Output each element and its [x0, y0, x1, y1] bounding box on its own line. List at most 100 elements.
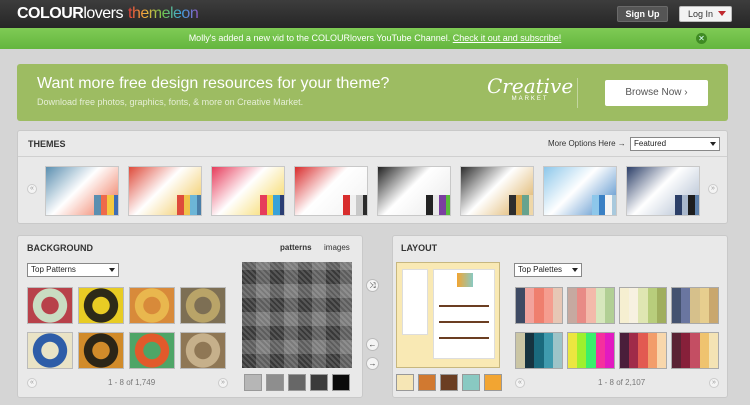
arrow-left-icon[interactable]: ← — [366, 338, 379, 351]
notice-link[interactable]: Check it out and subscribe! — [453, 33, 562, 43]
layout-color-swatch[interactable] — [462, 374, 480, 391]
palette-swatch — [699, 288, 709, 323]
layout-color-swatch[interactable] — [418, 374, 436, 391]
background-prev-icon[interactable]: « — [27, 378, 37, 388]
theme-swatch-strip — [426, 195, 450, 215]
more-options-link[interactable]: More Options Here → — [548, 139, 626, 148]
theme-swatch — [113, 195, 118, 215]
pattern-color-swatch[interactable] — [266, 374, 284, 391]
pattern-color-swatch[interactable] — [310, 374, 328, 391]
palette-swatch — [595, 288, 605, 323]
pattern-color-swatch[interactable] — [332, 374, 350, 391]
browse-now-label: Browse Now — [625, 87, 682, 98]
palette-swatch — [699, 333, 709, 368]
pattern-thumbnail[interactable] — [129, 287, 175, 324]
layout-color-swatch[interactable] — [396, 374, 414, 391]
logo-text-tail: lovers — [83, 5, 124, 22]
palette-swatch — [629, 333, 639, 368]
layout-title: LAYOUT — [401, 243, 438, 253]
background-title: BACKGROUND — [27, 243, 93, 253]
layout-color-swatch[interactable] — [440, 374, 458, 391]
notice-text: Molly's added a new vid to the COLOURlov… — [188, 33, 451, 43]
layout-preview — [396, 262, 500, 368]
pattern-preview — [242, 262, 352, 368]
palette-swatch — [534, 288, 544, 323]
themes-next-icon[interactable]: » — [708, 184, 718, 194]
layout-page-count: 1 - 8 of 2,107 — [598, 378, 646, 387]
layout-preview-sidebar — [402, 269, 428, 335]
promo-subtitle: Download free photos, graphics, fonts, &… — [37, 97, 304, 107]
palette-thumbnail[interactable] — [619, 287, 667, 324]
theme-thumbnail[interactable] — [128, 166, 202, 216]
palette-thumbnail[interactable] — [671, 332, 719, 369]
palette-swatch — [516, 288, 526, 323]
pattern-color-swatch[interactable] — [288, 374, 306, 391]
colourlovers-logo[interactable]: COLOURlovers — [17, 5, 124, 23]
theme-thumbnail[interactable] — [377, 166, 451, 216]
themeleon-logo-text: themeleon — [128, 5, 199, 22]
theme-swatch-strip — [343, 195, 367, 215]
palette-thumbnail[interactable] — [567, 332, 615, 369]
palette-swatch — [595, 333, 605, 368]
palette-swatch — [568, 333, 578, 368]
theme-thumbnail[interactable] — [543, 166, 617, 216]
shuffle-icon[interactable]: ⤨ — [366, 279, 379, 292]
palette-thumbnail[interactable] — [619, 332, 667, 369]
theme-thumbnail[interactable] — [211, 166, 285, 216]
background-filter-select[interactable]: Top Patterns — [27, 263, 119, 277]
chevron-down-icon — [710, 142, 716, 146]
themeleon-logo[interactable]: themeleon — [128, 5, 199, 23]
arrow-right-icon[interactable]: → — [366, 357, 379, 370]
layout-next-icon[interactable]: » — [709, 378, 719, 388]
palette-thumbnail[interactable] — [671, 287, 719, 324]
layout-prev-icon[interactable]: « — [515, 378, 525, 388]
themes-prev-icon[interactable]: « — [27, 184, 37, 194]
theme-thumbnail[interactable] — [45, 166, 119, 216]
palette-swatch — [629, 288, 639, 323]
browse-now-button[interactable]: Browse Now › — [605, 80, 708, 106]
palette-thumbnail[interactable] — [515, 287, 563, 324]
pattern-color-swatch[interactable] — [244, 374, 262, 391]
pattern-thumbnail[interactable] — [129, 332, 175, 369]
palette-swatch — [604, 333, 615, 368]
layout-color-swatch[interactable] — [484, 374, 502, 391]
pattern-thumbnail[interactable] — [78, 332, 124, 369]
palette-swatch — [568, 288, 578, 323]
pattern-thumbnail[interactable] — [78, 287, 124, 324]
theme-thumbnail[interactable] — [460, 166, 534, 216]
tab-images[interactable]: images — [324, 243, 350, 252]
signup-button[interactable]: Sign Up — [617, 6, 668, 22]
palette-thumbnail[interactable] — [515, 332, 563, 369]
layout-filter-value: Top Palettes — [518, 265, 563, 274]
pattern-thumbnail[interactable] — [180, 287, 226, 324]
pattern-thumbnail[interactable] — [180, 332, 226, 369]
palette-thumbnail[interactable] — [567, 287, 615, 324]
palette-swatch — [552, 333, 563, 368]
pattern-thumbnail[interactable] — [27, 287, 73, 324]
theme-swatch — [528, 195, 533, 215]
background-next-icon[interactable]: » — [218, 378, 228, 388]
logo-text-main: COLOUR — [17, 5, 84, 22]
palette-swatch — [543, 333, 553, 368]
tab-patterns[interactable]: patterns — [280, 243, 312, 252]
pattern-thumbnail[interactable] — [27, 332, 73, 369]
creative-market-brand: Creative — [487, 74, 574, 98]
promo-divider — [577, 78, 578, 108]
palette-swatch — [681, 288, 691, 323]
layout-filter-select[interactable]: Top Palettes — [514, 263, 582, 277]
palette-swatch — [525, 288, 535, 323]
themes-filter-select[interactable]: Featured — [630, 137, 720, 151]
palette-swatch — [647, 288, 657, 323]
close-icon[interactable]: ✕ — [696, 33, 707, 44]
promo-title: Want more free design resources for your… — [37, 75, 390, 92]
theme-swatch — [611, 195, 616, 215]
login-button[interactable]: Log In — [679, 6, 732, 22]
theme-thumbnail[interactable] — [626, 166, 700, 216]
theme-swatch-strip — [94, 195, 118, 215]
theme-thumbnail[interactable] — [294, 166, 368, 216]
theme-swatch — [445, 195, 450, 215]
chevron-right-icon: › — [684, 87, 688, 98]
theme-swatch-strip — [260, 195, 284, 215]
themes-panel: THEMES More Options Here → Featured « » — [17, 130, 728, 224]
creative-market-logo[interactable]: Creative MARKET — [487, 76, 573, 102]
